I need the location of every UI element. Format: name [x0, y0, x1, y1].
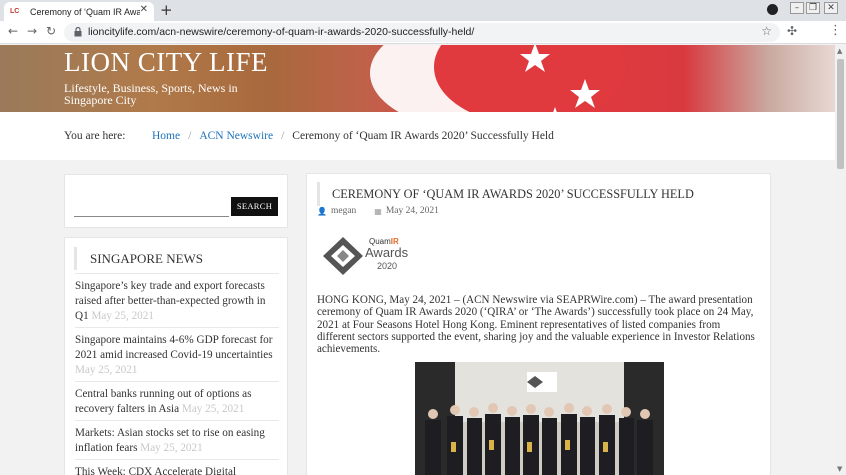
news-date: May 25, 2021 [91, 310, 154, 322]
awards-diamond-icon [323, 237, 363, 275]
breadcrumb-category-link[interactable]: ACN Newswire [199, 130, 273, 142]
tab-title: Ceremony of ‘Quam IR Awards 2 [30, 6, 140, 17]
breadcrumb-separator: / [281, 130, 285, 142]
extensions-icon[interactable]: ✣ [787, 24, 797, 38]
close-window-icon[interactable]: ✕ [824, 2, 838, 14]
breadcrumb-separator: / [188, 130, 192, 142]
user-icon: 👤 [317, 206, 327, 216]
scrollbar-thumb[interactable] [837, 59, 844, 169]
lock-icon [74, 27, 82, 37]
quam-ir-awards-logo: QuamIR Awards 2020 [321, 234, 411, 279]
list-item: Singapore maintains 4-6% GDP forecast fo… [75, 327, 279, 381]
news-list: Singapore’s key trade and export forecas… [75, 273, 279, 475]
widget-heading: SINGAPORE NEWS [74, 247, 203, 270]
breadcrumb-trail: Home / ACN Newswire / Ceremony of ‘Quam … [152, 130, 554, 142]
browser-toolbar: ← → ↻ lioncitylife.com/acn-newswire/cere… [0, 21, 846, 44]
list-item: Singapore’s key trade and export forecas… [75, 273, 279, 327]
news-date: May 25, 2021 [75, 364, 138, 376]
reload-icon[interactable]: ↻ [46, 24, 56, 38]
logo-year-text: 2020 [377, 261, 398, 271]
tab-search-icon[interactable] [767, 4, 778, 15]
search-widget: SEARCH [64, 174, 288, 228]
article-body: HONG KONG, May 24, 2021 – (ACN Newswire … [317, 294, 755, 356]
browser-tab[interactable]: LC Ceremony of ‘Quam IR Awards 2 ✕ [4, 2, 154, 21]
site-title[interactable]: LION CITY LIFE [64, 47, 268, 78]
page-viewport: LION CITY LIFE Lifestyle, Business, Spor… [0, 45, 835, 475]
article-author[interactable]: megan [331, 206, 356, 216]
breadcrumb: You are here: Home / ACN Newswire / Cere… [0, 112, 835, 160]
back-icon[interactable]: ← [8, 24, 18, 38]
article-date[interactable]: May 24, 2021 [386, 206, 439, 216]
forward-icon[interactable]: → [27, 24, 37, 38]
list-item: This Week: CDX Accelerate Digital Transf… [75, 459, 279, 475]
site-favicon-icon: LC [10, 7, 20, 15]
calendar-icon: ▦ [374, 206, 382, 216]
news-link[interactable]: This Week: CDX Accelerate Digital Transf… [75, 466, 236, 475]
star-icon[interactable]: ☆ [761, 24, 772, 38]
url-text: lioncitylife.com/acn-newswire/ceremony-o… [88, 26, 475, 38]
search-button[interactable]: SEARCH [231, 197, 278, 216]
close-tab-icon[interactable]: ✕ [140, 4, 148, 15]
scroll-up-icon[interactable]: ▲ [837, 47, 842, 55]
list-item: Central banks running out of options as … [75, 381, 279, 420]
list-item: Markets: Asian stocks set to rise on eas… [75, 420, 279, 459]
address-bar[interactable]: lioncitylife.com/acn-newswire/ceremony-o… [64, 23, 780, 42]
news-link[interactable]: Singapore maintains 4-6% GDP forecast fo… [75, 334, 273, 361]
flag-decoration-icon [370, 45, 626, 112]
breadcrumb-label: You are here: [64, 130, 126, 142]
minimize-icon[interactable]: – [790, 2, 804, 14]
menu-icon[interactable]: ⋮ [829, 23, 842, 38]
scroll-down-icon[interactable]: ▼ [837, 465, 842, 473]
singapore-news-widget: SINGAPORE NEWS Singapore’s key trade and… [64, 237, 288, 475]
article: CEREMONY OF ‘QUAM IR AWARDS 2020’ SUCCES… [306, 173, 771, 475]
logo-awards-text: Awards [365, 245, 409, 260]
article-title: CEREMONY OF ‘QUAM IR AWARDS 2020’ SUCCES… [317, 182, 694, 206]
site-header-banner: LION CITY LIFE Lifestyle, Business, Spor… [0, 45, 835, 112]
article-meta: 👤 megan ▦ May 24, 2021 [317, 206, 439, 216]
news-date: May 25, 2021 [140, 442, 203, 454]
tab-bar: LC Ceremony of ‘Quam IR Awards 2 ✕ + – ❐… [0, 0, 846, 21]
scrollbar[interactable]: ▲ ▼ [835, 45, 846, 475]
news-date: May 25, 2021 [181, 403, 245, 415]
breadcrumb-current: Ceremony of ‘Quam IR Awards 2020’ Succes… [292, 130, 554, 142]
ceremony-photo [415, 362, 664, 475]
breadcrumb-home-link[interactable]: Home [152, 130, 180, 142]
site-tagline: Lifestyle, Business, Sports, News in Sin… [64, 81, 238, 107]
restore-icon[interactable]: ❐ [806, 2, 820, 14]
new-tab-icon[interactable]: + [160, 1, 173, 19]
search-input[interactable] [74, 216, 229, 217]
